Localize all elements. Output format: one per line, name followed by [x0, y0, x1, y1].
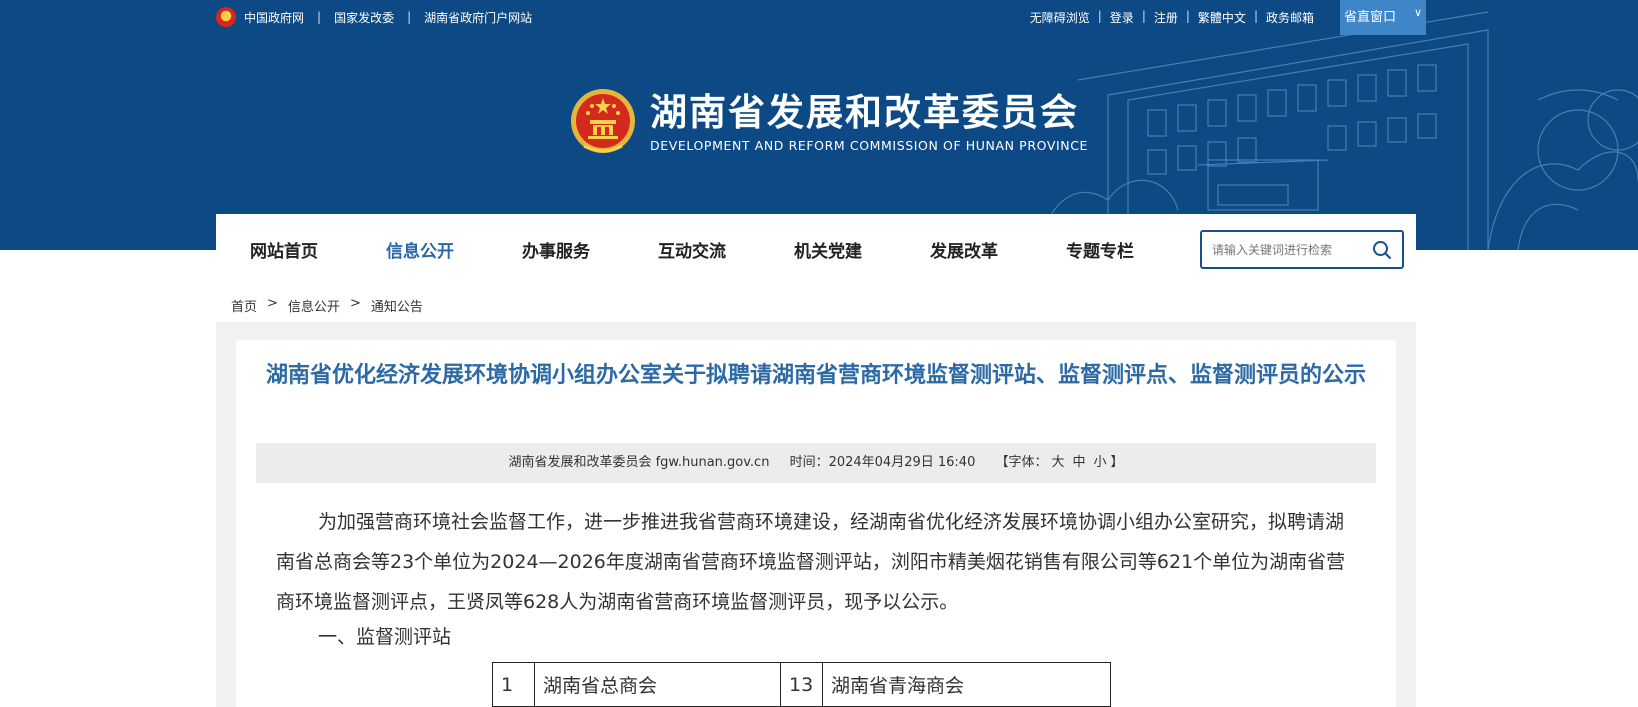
separator: | — [317, 10, 322, 24]
chevron-down-icon: ∨ — [1413, 6, 1422, 19]
site-brand[interactable]: 湖南省发展和改革委员会 DEVELOPMENT AND REFORM COMMI… — [570, 86, 1088, 156]
breadcrumb-info[interactable]: 信息公开 — [288, 296, 340, 315]
table-cell: 13 — [780, 662, 823, 707]
search-icon[interactable] — [1372, 240, 1392, 260]
separator: | — [1185, 9, 1190, 23]
table-cell: 1 — [492, 662, 535, 707]
separator: | — [1253, 9, 1258, 23]
section-heading: 一、监督测评站 — [318, 626, 452, 648]
table-cell: 湖南省青海商会 — [822, 662, 1111, 707]
article: 湖南省优化经济发展环境协调小组办公室关于拟聘请湖南省营商环境监督测评站、监督测评… — [236, 340, 1396, 707]
nav-home[interactable]: 网站首页 — [250, 237, 318, 262]
stations-table: 1 湖南省总商会 13 湖南省青海商会 — [492, 662, 1111, 707]
nav-interaction[interactable]: 互动交流 — [658, 237, 726, 262]
article-time: 时间：2024年04月29日 16:40 — [789, 455, 976, 470]
accessibility-link[interactable]: 无障碍浏览 — [1030, 9, 1090, 26]
font-size-label: 【字体： — [995, 455, 1048, 470]
breadcrumb: 首页 > 信息公开 > 通知公告 — [231, 296, 423, 315]
breadcrumb-separator: > — [267, 296, 278, 311]
article-title: 湖南省优化经济发展环境协调小组办公室关于拟聘请湖南省营商环境监督测评站、监督测评… — [265, 363, 1366, 388]
article-meta: 湖南省发展和改革委员会 fgw.hunan.gov.cn 时间：2024年04月… — [256, 443, 1376, 483]
national-emblem-icon — [216, 7, 236, 27]
nav-info-disclosure[interactable]: 信息公开 — [386, 237, 454, 262]
table-cell: 湖南省总商会 — [534, 662, 781, 707]
main-nav: 网站首页 信息公开 办事服务 互动交流 机关党建 发展改革 专题专栏 — [216, 214, 1416, 282]
separator: | — [1141, 9, 1146, 23]
dept-window-label: 省直窗口 — [1344, 10, 1397, 25]
nav-party-building[interactable]: 机关党建 — [794, 237, 862, 262]
font-size-end: 】 — [1110, 455, 1124, 470]
search-input[interactable] — [1202, 232, 1362, 267]
separator: | — [1097, 9, 1102, 23]
traditional-chinese-link[interactable]: 繁體中文 — [1198, 9, 1246, 26]
breadcrumb-home[interactable]: 首页 — [231, 296, 257, 315]
font-size-medium[interactable]: 中 — [1073, 455, 1086, 470]
top-utility-bar: 中国政府网 | 国家发改委 | 湖南省政府门户网站 无障碍浏览 | 登录 | 注… — [216, 0, 1426, 35]
separator: | — [407, 10, 412, 24]
font-size-large[interactable]: 大 — [1052, 455, 1065, 470]
link-gov-cn[interactable]: 中国政府网 — [244, 9, 304, 26]
nav-services[interactable]: 办事服务 — [522, 237, 590, 262]
site-header: 中国政府网 | 国家发改委 | 湖南省政府门户网站 无障碍浏览 | 登录 | 注… — [0, 0, 1638, 250]
user-links: 无障碍浏览 | 登录 | 注册 | 繁體中文 | 政务邮箱 省直窗口 ∨ — [1030, 0, 1426, 35]
article-source: 湖南省发展和改革委员会 fgw.hunan.gov.cn — [508, 455, 770, 470]
article-paragraph: 为加强营商环境社会监督工作，进一步推进我省营商环境建设，经湖南省优化经济发展环境… — [276, 511, 1346, 613]
site-subtitle: DEVELOPMENT AND REFORM COMMISSION OF HUN… — [650, 137, 1089, 153]
link-ndrc[interactable]: 国家发改委 — [334, 9, 394, 26]
nav-special-topics[interactable]: 专题专栏 — [1066, 237, 1134, 262]
breadcrumb-separator: > — [349, 296, 361, 311]
building-illustration — [1037, 11, 1638, 250]
site-title: 湖南省发展和改革委员会 — [650, 89, 1079, 134]
search-box — [1200, 230, 1404, 269]
login-link[interactable]: 登录 — [1110, 9, 1134, 26]
font-size-small[interactable]: 小 — [1094, 455, 1107, 470]
national-emblem-icon — [571, 89, 635, 153]
link-hunan-gov[interactable]: 湖南省政府门户网站 — [424, 9, 532, 26]
nav-development-reform[interactable]: 发展改革 — [930, 237, 998, 262]
table-row: 1 湖南省总商会 13 湖南省青海商会 — [492, 662, 1111, 707]
register-link[interactable]: 注册 — [1154, 9, 1178, 26]
gov-email-link[interactable]: 政务邮箱 — [1266, 9, 1314, 26]
external-links: 中国政府网 | 国家发改委 | 湖南省政府门户网站 — [216, 7, 532, 27]
breadcrumb-notices[interactable]: 通知公告 — [371, 296, 423, 315]
dept-window-dropdown[interactable]: 省直窗口 ∨ — [1340, 0, 1426, 35]
